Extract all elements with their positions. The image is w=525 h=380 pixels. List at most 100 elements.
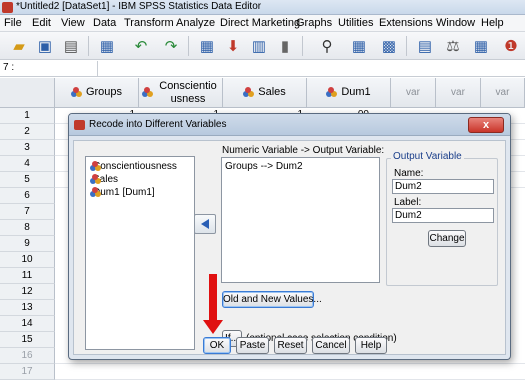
row-header[interactable]: 16: [0, 348, 55, 364]
cancel-button[interactable]: Cancel: [312, 337, 350, 354]
select-cases-icon[interactable]: ▦: [470, 35, 492, 57]
row-header[interactable]: 17: [0, 364, 55, 380]
name-field[interactable]: Dum2: [392, 179, 494, 194]
menu-direct-marketing[interactable]: Direct Marketing: [220, 17, 300, 29]
menu-data[interactable]: Data: [93, 17, 116, 29]
run-descriptives-icon[interactable]: ▮: [274, 35, 296, 57]
nominal-variable-icon: [326, 87, 338, 98]
variable-name: Conscientiousness: [93, 161, 177, 172]
value-labels-icon[interactable]: ❶: [500, 35, 522, 57]
help-button[interactable]: Help: [355, 337, 387, 354]
variable-name: Dum1 [Dum1]: [93, 187, 155, 198]
toolbar-separator: [188, 36, 189, 56]
dialog-titlebar: Recode into Different Variables x: [69, 114, 510, 136]
paste-button[interactable]: Paste: [236, 337, 269, 354]
save-icon[interactable]: ▣: [34, 35, 56, 57]
menu-file[interactable]: File: [4, 17, 22, 29]
column-header-groups[interactable]: Groups: [55, 78, 139, 108]
toolbar-separator: [406, 36, 407, 56]
list-item[interactable]: Conscientiousness: [90, 161, 177, 172]
insert-variable-icon[interactable]: ▩: [378, 35, 400, 57]
toolbar: ▰ ▣ ▤ ▦ ↶ ↷ ▦ ⬇ ▥ ▮ ⚲ ▦ ▩ ▤ ⚖ ▦ ❶: [0, 32, 525, 60]
dialog-app-icon: [74, 120, 85, 130]
column-header-sales[interactable]: Sales: [223, 78, 307, 108]
row-header[interactable]: 2: [0, 124, 55, 140]
label-field[interactable]: Dum2: [392, 208, 494, 223]
print-icon[interactable]: ▤: [60, 35, 82, 57]
menu-utilities[interactable]: Utilities: [338, 17, 373, 29]
window-title: *Untitled2 [DataSet1] - IBM SPSS Statist…: [16, 1, 262, 12]
redo-icon[interactable]: ↷: [160, 35, 182, 57]
find-icon[interactable]: ⚲: [316, 35, 338, 57]
arrow-left-icon: [201, 219, 209, 229]
nominal-variable-icon: [243, 87, 255, 98]
open-folder-icon[interactable]: ▰: [8, 35, 30, 57]
row-header[interactable]: 15: [0, 332, 55, 348]
row-header[interactable]: 10: [0, 252, 55, 268]
nominal-variable-icon: [142, 87, 153, 98]
row-header[interactable]: 9: [0, 236, 55, 252]
row-header[interactable]: 12: [0, 284, 55, 300]
annotation-arrow-head: [203, 320, 223, 334]
column-header-dum1[interactable]: Dum1: [307, 78, 391, 108]
nominal-variable-icon: [70, 87, 82, 98]
column-label: Conscientiousness: [159, 79, 217, 105]
menu-window[interactable]: Window: [436, 17, 475, 29]
column-header-var[interactable]: var: [436, 78, 481, 108]
list-item[interactable]: Sales: [90, 174, 118, 185]
undo-icon[interactable]: ↶: [130, 35, 152, 57]
column-header-var[interactable]: var: [391, 78, 436, 108]
weight-cases-icon[interactable]: ⚖: [442, 35, 464, 57]
insert-cases-icon[interactable]: ▦: [348, 35, 370, 57]
recode-dialog: Recode into Different Variables x Consci…: [68, 113, 511, 360]
row-header[interactable]: 4: [0, 156, 55, 172]
cell-reference: 7 :: [3, 62, 15, 73]
change-button[interactable]: Change: [428, 230, 466, 247]
ok-button[interactable]: OK: [203, 337, 231, 354]
goto-variable-icon[interactable]: ⬇: [222, 35, 244, 57]
source-variable-list[interactable]: Conscientiousness Sales Dum1 [Dum1]: [85, 156, 195, 350]
row-header[interactable]: 11: [0, 268, 55, 284]
row-header[interactable]: 5: [0, 172, 55, 188]
menu-extensions[interactable]: Extensions: [379, 17, 433, 29]
cell-reference-box: 7 :: [0, 61, 98, 77]
menu-help[interactable]: Help: [481, 17, 504, 29]
column-header-conscientiousness[interactable]: Conscientiousness: [139, 78, 223, 108]
old-and-new-values-button[interactable]: Old and New Values...: [222, 291, 322, 308]
column-label: Groups: [85, 86, 123, 98]
row-header[interactable]: 8: [0, 220, 55, 236]
window-titlebar: *Untitled2 [DataSet1] - IBM SPSS Statist…: [0, 0, 525, 15]
grid-corner[interactable]: [0, 78, 55, 108]
row-header[interactable]: 3: [0, 140, 55, 156]
row-header[interactable]: 6: [0, 188, 55, 204]
dialog-recall-icon[interactable]: ▦: [96, 35, 118, 57]
row-header[interactable]: 1: [0, 108, 55, 124]
menu-transform[interactable]: Transform: [124, 17, 174, 29]
row-header[interactable]: 14: [0, 316, 55, 332]
dialog-close-button[interactable]: x: [468, 117, 504, 133]
toolbar-separator: [88, 36, 89, 56]
numeric-variable-label: Numeric Variable -> Output Variable:: [222, 145, 385, 156]
column-label: Dum1: [341, 86, 371, 98]
menu-edit[interactable]: Edit: [32, 17, 51, 29]
numeric-output-list[interactable]: Groups --> Dum2: [221, 157, 380, 283]
move-variable-button[interactable]: [194, 214, 216, 234]
split-file-icon[interactable]: ▤: [414, 35, 436, 57]
menu-graphs[interactable]: Graphs: [296, 17, 332, 29]
goto-case-icon[interactable]: ▦: [196, 35, 218, 57]
menubar: File Edit View Data Transform Analyze Di…: [0, 15, 525, 32]
list-item[interactable]: Dum1 [Dum1]: [90, 187, 155, 198]
table-row: [55, 364, 525, 380]
reset-button[interactable]: Reset: [274, 337, 307, 354]
column-header-var[interactable]: var: [481, 78, 525, 108]
spss-app-icon: [2, 2, 13, 13]
annotation-arrow-shaft: [209, 274, 217, 322]
dialog-title: Recode into Different Variables: [89, 119, 227, 130]
row-header[interactable]: 7: [0, 204, 55, 220]
menu-analyze[interactable]: Analyze: [176, 17, 215, 29]
cell-editor-bar: 7 :: [0, 61, 525, 77]
list-item[interactable]: Groups --> Dum2: [225, 161, 303, 172]
row-header[interactable]: 13: [0, 300, 55, 316]
variables-icon[interactable]: ▥: [248, 35, 270, 57]
menu-view[interactable]: View: [61, 17, 85, 29]
